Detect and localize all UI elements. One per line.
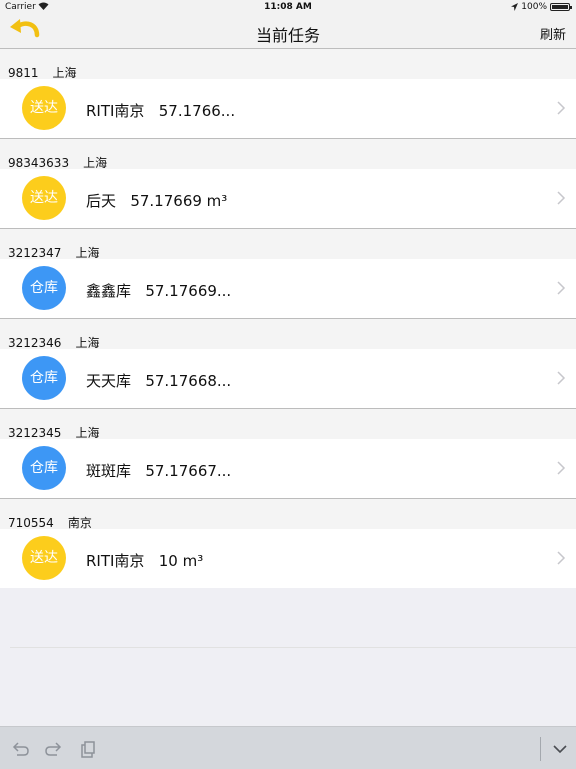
- task-title: 鑫鑫库 57.17669...: [86, 280, 231, 301]
- task-header: 3212346 上海: [0, 319, 576, 350]
- chevron-right-icon: [557, 281, 566, 295]
- toolbar-divider: [540, 737, 541, 761]
- task-row[interactable]: 送达 RITI南京 10 m³: [0, 529, 576, 588]
- chevron-down-icon[interactable]: [550, 739, 570, 759]
- task-title: 后天 57.17669 m³: [86, 190, 227, 211]
- battery-percent: 100%: [521, 2, 547, 12]
- battery-fill: [552, 5, 568, 9]
- task-name: 斑斑库: [86, 462, 132, 480]
- task-volume: 57.17669 m³: [130, 192, 228, 210]
- chevron-right-icon: [557, 371, 566, 385]
- refresh-button[interactable]: 刷新: [540, 24, 566, 43]
- task-title: RITI南京 10 m³: [86, 550, 203, 571]
- status-right: 100%: [511, 2, 572, 12]
- task-volume: 57.1766...: [158, 102, 236, 120]
- task-group: 3212345 上海 仓库 斑斑库 57.17667...: [0, 409, 576, 499]
- task-status-badge: 送达: [22, 536, 66, 580]
- task-title: RITI南京 57.1766...: [86, 100, 235, 121]
- list-separator: [10, 647, 576, 648]
- redo-icon[interactable]: [44, 739, 64, 759]
- chevron-right-icon: [557, 101, 566, 115]
- task-id: 3212345: [8, 426, 62, 440]
- status-time: 11:08 AM: [264, 2, 312, 12]
- task-header: 3212345 上海: [0, 409, 576, 440]
- task-header: 98343633 上海: [0, 139, 576, 170]
- task-row[interactable]: 送达 后天 57.17669 m³: [0, 169, 576, 229]
- task-group: 98343633 上海 送达 后天 57.17669 m³: [0, 139, 576, 229]
- task-list: 9811 上海 送达 RITI南京 57.1766... 98343633 上海 送…: [0, 49, 576, 589]
- keyboard-toolbar: [0, 726, 576, 769]
- task-status-badge: 送达: [22, 176, 66, 220]
- task-city: 上海: [83, 156, 108, 170]
- task-row[interactable]: 仓库 天天库 57.17668...: [0, 349, 576, 409]
- task-group: 9811 上海 送达 RITI南京 57.1766...: [0, 49, 576, 139]
- task-id: 9811: [8, 66, 39, 80]
- task-volume: 57.17668...: [145, 372, 232, 390]
- location-arrow-icon: [511, 3, 519, 11]
- task-volume: 10 m³: [158, 552, 204, 570]
- task-status-badge: 送达: [22, 86, 66, 130]
- task-name: 鑫鑫库: [86, 282, 132, 300]
- chevron-right-icon: [557, 191, 566, 205]
- task-id: 3212347: [8, 246, 62, 260]
- task-group: 3212347 上海 仓库 鑫鑫库 57.17669...: [0, 229, 576, 319]
- status-bar: Carrier 11:08 AM 100%: [0, 0, 576, 16]
- task-row[interactable]: 仓库 鑫鑫库 57.17669...: [0, 259, 576, 319]
- task-city: 上海: [75, 336, 100, 350]
- task-city: 南京: [67, 516, 92, 530]
- task-header: 710554 南京: [0, 499, 576, 530]
- task-title: 斑斑库 57.17667...: [86, 460, 231, 481]
- task-name: 后天: [86, 192, 117, 210]
- task-id: 98343633: [8, 156, 70, 170]
- page-title: 当前任务: [255, 26, 320, 45]
- task-group: 3212346 上海 仓库 天天库 57.17668...: [0, 319, 576, 409]
- task-status-badge: 仓库: [22, 446, 66, 490]
- task-name: RITI南京: [86, 552, 145, 570]
- task-row[interactable]: 仓库 斑斑库 57.17667...: [0, 439, 576, 499]
- undo-icon[interactable]: [10, 739, 30, 759]
- battery-icon: [550, 3, 572, 11]
- task-header: 3212347 上海: [0, 229, 576, 260]
- task-status-badge: 仓库: [22, 356, 66, 400]
- task-header: 9811 上海: [0, 49, 576, 80]
- task-name: 天天库: [86, 372, 132, 390]
- task-row[interactable]: 送达 RITI南京 57.1766...: [0, 79, 576, 139]
- task-city: 上海: [75, 426, 100, 440]
- chevron-right-icon: [557, 461, 566, 475]
- task-status-badge: 仓库: [22, 266, 66, 310]
- navigation-bar: 当前任务 刷新: [0, 16, 576, 49]
- task-volume: 57.17669...: [145, 282, 232, 300]
- task-city: 上海: [52, 66, 77, 80]
- task-id: 3212346: [8, 336, 62, 350]
- paste-icon[interactable]: [78, 739, 98, 759]
- task-group: 710554 南京 送达 RITI南京 10 m³: [0, 499, 576, 589]
- task-name: RITI南京: [86, 102, 145, 120]
- task-id: 710554: [8, 516, 54, 530]
- task-volume: 57.17667...: [145, 462, 232, 480]
- task-city: 上海: [75, 246, 100, 260]
- task-title: 天天库 57.17668...: [86, 370, 231, 391]
- chevron-right-icon: [557, 551, 566, 565]
